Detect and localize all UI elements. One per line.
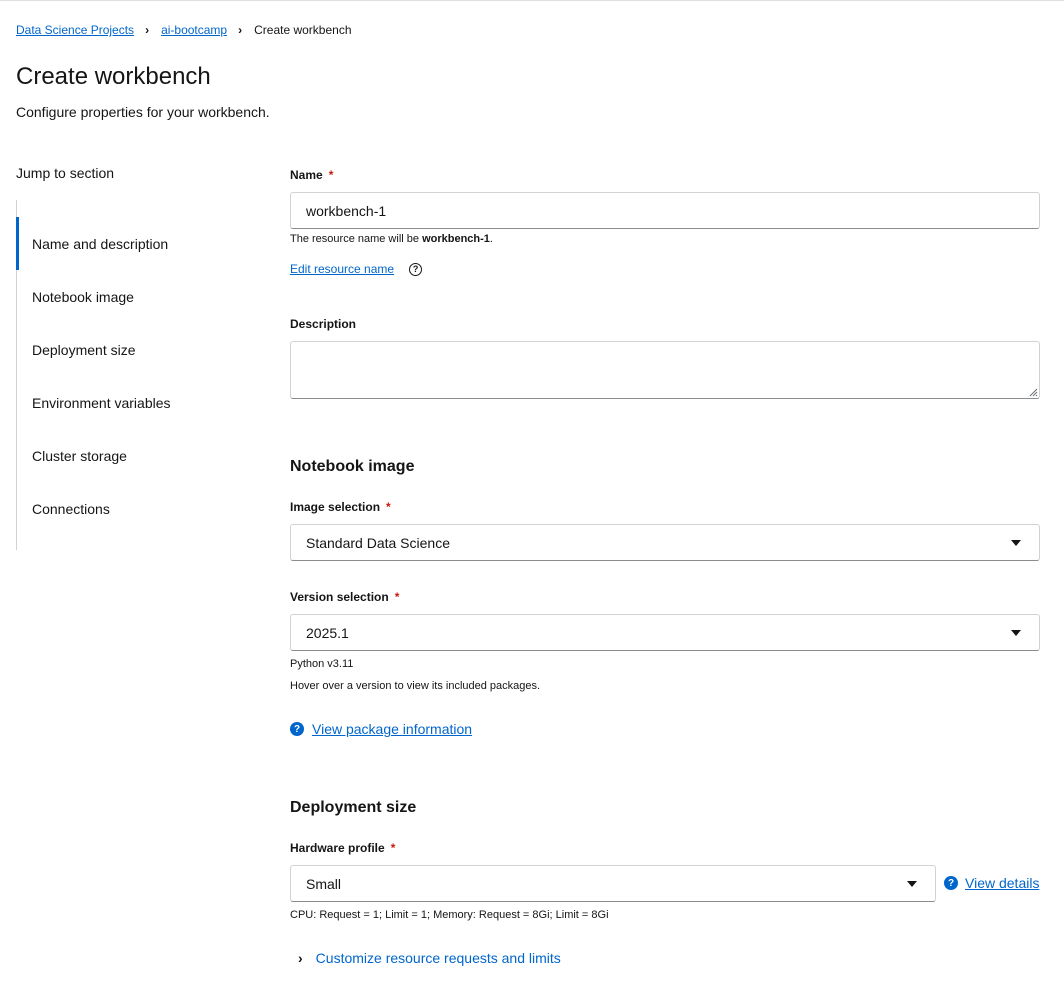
- name-label: Name *: [290, 168, 334, 182]
- version-selection-label: Version selection *: [290, 590, 400, 604]
- description-label: Description: [290, 317, 357, 331]
- image-selection-label: Image selection *: [290, 500, 391, 514]
- breadcrumb: Data Science Projects › ai-bootcamp › Cr…: [16, 23, 352, 37]
- jump-item-deployment-size[interactable]: Deployment size: [17, 323, 237, 376]
- chevron-right-icon: ›: [238, 23, 243, 37]
- notebook-image-heading: Notebook image: [290, 458, 415, 475]
- chevron-right-icon: ›: [145, 23, 150, 37]
- chevron-right-icon: ›: [298, 950, 303, 966]
- resource-summary-text: CPU: Request = 1; Limit = 1; Memory: Req…: [290, 909, 609, 921]
- breadcrumb-ai-bootcamp[interactable]: ai-bootcamp: [161, 23, 227, 37]
- view-details-link[interactable]: View details: [965, 875, 1039, 891]
- view-package-information-link[interactable]: View package information: [312, 721, 472, 737]
- help-circle-icon: ?: [944, 876, 958, 890]
- jump-item-name-and-description[interactable]: Name and description: [16, 217, 236, 270]
- customize-resources-toggle[interactable]: › Customize resource requests and limits: [298, 950, 561, 966]
- hover-hint-text: Hover over a version to view its include…: [290, 680, 541, 692]
- hardware-profile-label: Hardware profile *: [290, 841, 396, 855]
- edit-resource-name-row: Edit resource name ?: [290, 262, 423, 276]
- jump-item-environment-variables[interactable]: Environment variables: [17, 376, 237, 429]
- description-textarea[interactable]: [290, 341, 1040, 399]
- view-details-row: ? View details: [944, 875, 1039, 891]
- jump-item-notebook-image[interactable]: Notebook image: [17, 270, 237, 323]
- resource-name-helper: The resource name will be workbench-1.: [290, 233, 493, 245]
- caret-down-icon: [1011, 539, 1021, 546]
- package-info-row: ? View package information: [290, 721, 472, 737]
- required-marker: *: [328, 168, 334, 182]
- jump-item-cluster-storage[interactable]: Cluster storage: [17, 429, 237, 482]
- required-marker: *: [390, 841, 396, 855]
- caret-down-icon: [907, 880, 917, 887]
- required-marker: *: [386, 500, 391, 514]
- help-circle-icon: ?: [290, 722, 304, 736]
- breadcrumb-data-science-projects[interactable]: Data Science Projects: [16, 23, 134, 37]
- image-selection-dropdown[interactable]: Standard Data Science: [290, 524, 1040, 561]
- jump-item-connections[interactable]: Connections: [17, 482, 237, 535]
- python-version-text: Python v3.11: [290, 658, 354, 670]
- jump-nav: Name and description Notebook image Depl…: [16, 200, 246, 550]
- deployment-size-heading: Deployment size: [290, 799, 417, 816]
- hardware-profile-dropdown[interactable]: Small: [290, 865, 936, 902]
- breadcrumb-current: Create workbench: [254, 23, 352, 37]
- required-marker: *: [394, 590, 400, 604]
- edit-resource-name-link[interactable]: Edit resource name: [290, 262, 394, 276]
- page-title: Create workbench: [16, 63, 211, 90]
- page-description: Configure properties for your workbench.: [16, 104, 270, 120]
- jump-to-section-title: Jump to section: [16, 165, 115, 181]
- caret-down-icon: [1011, 629, 1021, 636]
- version-selection-dropdown[interactable]: 2025.1: [290, 614, 1040, 651]
- resize-handle-icon[interactable]: [1028, 387, 1038, 397]
- top-divider: [0, 0, 1064, 1]
- help-circle-icon[interactable]: ?: [409, 262, 423, 276]
- name-input[interactable]: [290, 192, 1040, 229]
